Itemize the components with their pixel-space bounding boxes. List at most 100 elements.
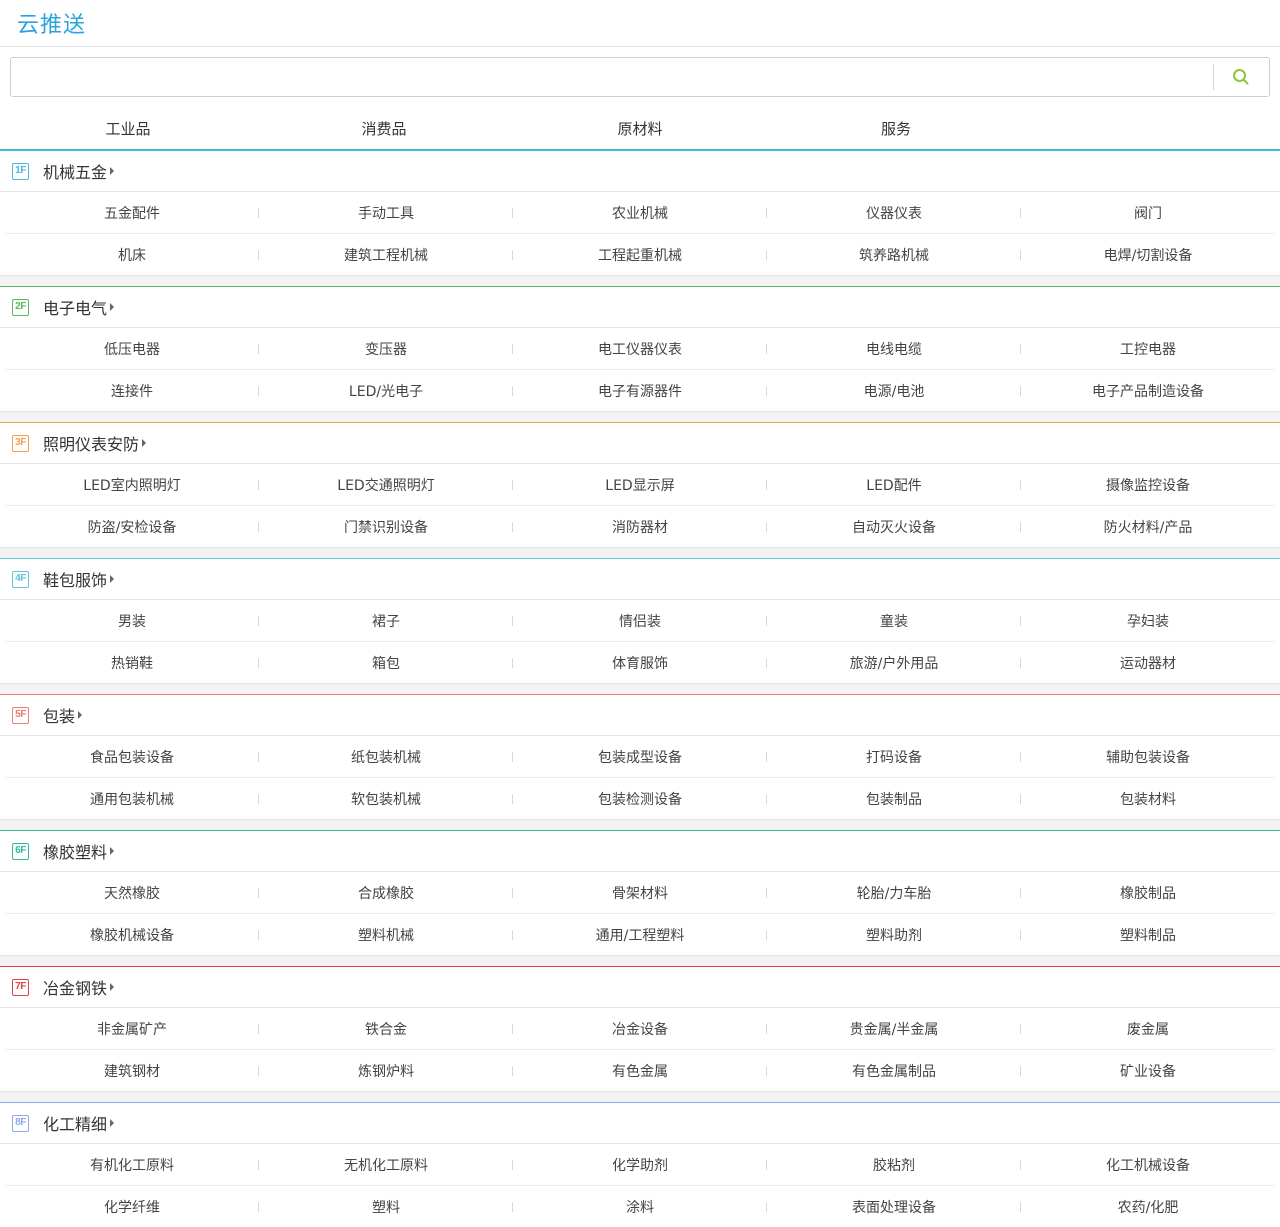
category-link[interactable]: 变压器: [259, 339, 513, 359]
category-link[interactable]: 消防器材: [513, 517, 767, 537]
category-link[interactable]: LED显示屏: [513, 475, 767, 495]
category-link[interactable]: 孕妇装: [1021, 611, 1275, 631]
category-link[interactable]: 摄像监控设备: [1021, 475, 1275, 495]
category-link[interactable]: 炼钢炉料: [259, 1061, 513, 1081]
category-link[interactable]: 冶金设备: [513, 1019, 767, 1039]
category-link[interactable]: 箱包: [259, 653, 513, 673]
category-link[interactable]: 仪器仪表: [767, 203, 1021, 223]
floor-title: 机械五金: [43, 163, 108, 182]
category-link[interactable]: 通用/工程塑料: [513, 925, 767, 945]
category-link[interactable]: 骨架材料: [513, 883, 767, 903]
category-link[interactable]: 运动器材: [1021, 653, 1275, 673]
category-link[interactable]: 农业机械: [513, 203, 767, 223]
category-link[interactable]: 电子有源器件: [513, 381, 767, 401]
floor-header[interactable]: 1F 机械五金: [0, 151, 1280, 192]
category-link[interactable]: 自动灭火设备: [767, 517, 1021, 537]
category-link[interactable]: 电工仪器仪表: [513, 339, 767, 359]
category-link[interactable]: 机床: [5, 245, 259, 265]
category-link[interactable]: 食品包装设备: [5, 747, 259, 767]
tab-raw-materials[interactable]: 原材料: [512, 118, 768, 139]
search-input[interactable]: [11, 58, 1213, 96]
category-link[interactable]: 纸包装机械: [259, 747, 513, 767]
category-link[interactable]: 电源/电池: [767, 381, 1021, 401]
category-link[interactable]: 表面处理设备: [767, 1197, 1021, 1217]
category-link[interactable]: 橡胶机械设备: [5, 925, 259, 945]
category-link[interactable]: 筑养路机械: [767, 245, 1021, 265]
category-link[interactable]: 建筑工程机械: [259, 245, 513, 265]
category-link[interactable]: 门禁识别设备: [259, 517, 513, 537]
floor-header[interactable]: 3F 照明仪表安防: [0, 423, 1280, 464]
tab-consumer[interactable]: 消费品: [256, 118, 512, 139]
category-link[interactable]: 塑料制品: [1021, 925, 1275, 945]
category-link[interactable]: 有机化工原料: [5, 1155, 259, 1175]
floor-header[interactable]: 6F 橡胶塑料: [0, 831, 1280, 872]
category-link[interactable]: 连接件: [5, 381, 259, 401]
category-link[interactable]: 五金配件: [5, 203, 259, 223]
category-link[interactable]: 电线电缆: [767, 339, 1021, 359]
category-link[interactable]: LED室内照明灯: [5, 475, 259, 495]
category-link[interactable]: 阀门: [1021, 203, 1275, 223]
category-link[interactable]: 软包装机械: [259, 789, 513, 809]
category-link[interactable]: 轮胎/力车胎: [767, 883, 1021, 903]
category-link[interactable]: 体育服饰: [513, 653, 767, 673]
category-link[interactable]: 工控电器: [1021, 339, 1275, 359]
category-link[interactable]: 橡胶制品: [1021, 883, 1275, 903]
category-link[interactable]: 工程起重机械: [513, 245, 767, 265]
tab-services[interactable]: 服务: [768, 118, 1024, 139]
category-link[interactable]: 涂料: [513, 1197, 767, 1217]
category-link[interactable]: 辅助包装设备: [1021, 747, 1275, 767]
category-link[interactable]: 包装制品: [767, 789, 1021, 809]
site-logo[interactable]: 云推送: [17, 7, 86, 39]
category-link[interactable]: 有色金属: [513, 1061, 767, 1081]
category-link[interactable]: 打码设备: [767, 747, 1021, 767]
caret-right-icon: [110, 983, 115, 991]
category-link[interactable]: 电子产品制造设备: [1021, 381, 1275, 401]
floor-header[interactable]: 7F 冶金钢铁: [0, 967, 1280, 1008]
category-grid: 有机化工原料 无机化工原料 化学助剂 胶粘剂 化工机械设备化学纤维 塑料 涂料 表面处理设备农…: [0, 1144, 1280, 1227]
search-button[interactable]: [1213, 58, 1269, 96]
floor-header[interactable]: 5F 包装: [0, 695, 1280, 736]
category-link[interactable]: 非金属矿产: [5, 1019, 259, 1039]
category-link[interactable]: 裙子: [259, 611, 513, 631]
category-link[interactable]: 农药/化肥: [1021, 1197, 1275, 1217]
category-link[interactable]: 包装材料: [1021, 789, 1275, 809]
category-link[interactable]: 矿业设备: [1021, 1061, 1275, 1081]
category-link[interactable]: 防火材料/产品: [1021, 517, 1275, 537]
category-link[interactable]: 热销鞋: [5, 653, 259, 673]
category-link[interactable]: LED交通照明灯: [259, 475, 513, 495]
category-link[interactable]: 无机化工原料: [259, 1155, 513, 1175]
category-link[interactable]: LED/光电子: [259, 381, 513, 401]
category-link[interactable]: 铁合金: [259, 1019, 513, 1039]
category-link[interactable]: 低压电器: [5, 339, 259, 359]
category-link[interactable]: 化学助剂: [513, 1155, 767, 1175]
category-link[interactable]: 化工机械设备: [1021, 1155, 1275, 1175]
category-link[interactable]: 包装检测设备: [513, 789, 767, 809]
category-link[interactable]: 电焊/切割设备: [1021, 245, 1275, 265]
floor-header[interactable]: 4F 鞋包服饰: [0, 559, 1280, 600]
category-link[interactable]: 旅游/户外用品: [767, 653, 1021, 673]
category-link[interactable]: 有色金属制品: [767, 1061, 1021, 1081]
category-link[interactable]: 合成橡胶: [259, 883, 513, 903]
category-link[interactable]: 建筑钢材: [5, 1061, 259, 1081]
category-link[interactable]: 情侣装: [513, 611, 767, 631]
floor-header[interactable]: 2F 电子电气: [0, 287, 1280, 328]
category-link[interactable]: LED配件: [767, 475, 1021, 495]
category-link[interactable]: 化学纤维: [5, 1197, 259, 1217]
category-link[interactable]: 包装成型设备: [513, 747, 767, 767]
category-link[interactable]: 防盗/安检设备: [5, 517, 259, 537]
category-link[interactable]: 塑料: [259, 1197, 513, 1217]
category-link[interactable]: 男装: [5, 611, 259, 631]
floor-header[interactable]: 8F 化工精细: [0, 1103, 1280, 1144]
category-link[interactable]: 贵金属/半金属: [767, 1019, 1021, 1039]
tab-industrial[interactable]: 工业品: [0, 118, 256, 139]
floor-divider: [0, 547, 1280, 558]
category-link[interactable]: 塑料机械: [259, 925, 513, 945]
category-link[interactable]: 天然橡胶: [5, 883, 259, 903]
category-link[interactable]: 童装: [767, 611, 1021, 631]
category-link[interactable]: 通用包装机械: [5, 789, 259, 809]
category-link[interactable]: 手动工具: [259, 203, 513, 223]
floor-number-badge: 3F: [12, 434, 29, 452]
category-link[interactable]: 胶粘剂: [767, 1155, 1021, 1175]
category-link[interactable]: 废金属: [1021, 1019, 1275, 1039]
category-link[interactable]: 塑料助剂: [767, 925, 1021, 945]
